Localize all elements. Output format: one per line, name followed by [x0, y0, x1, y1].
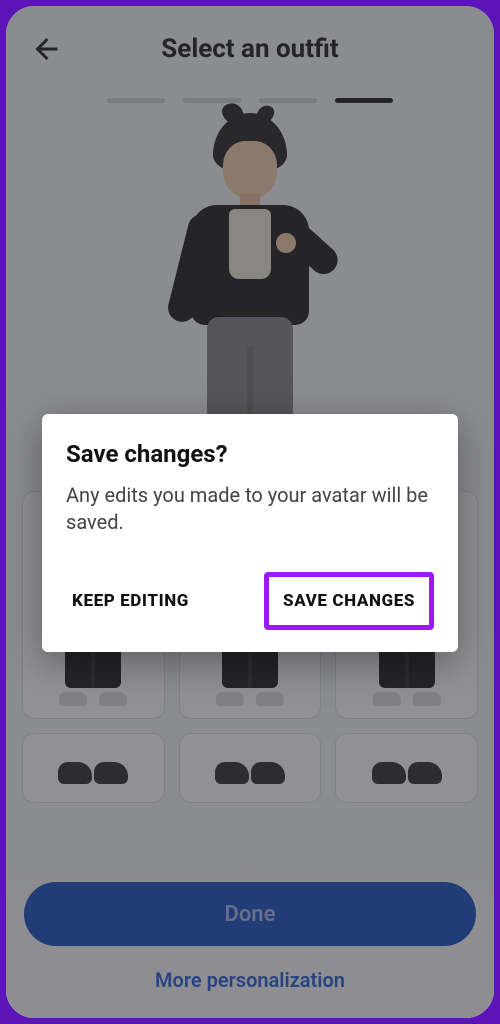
dialog-body: Any edits you made to your avatar will b…: [66, 482, 434, 536]
save-changes-button[interactable]: SAVE CHANGES: [264, 572, 434, 630]
app-frame: Select an outfit: [6, 6, 494, 1018]
save-changes-dialog: Save changes? Any edits you made to your…: [42, 414, 458, 652]
dialog-title: Save changes?: [66, 440, 434, 468]
keep-editing-button[interactable]: KEEP EDITING: [66, 579, 195, 623]
dialog-actions: KEEP EDITING SAVE CHANGES: [66, 572, 434, 630]
